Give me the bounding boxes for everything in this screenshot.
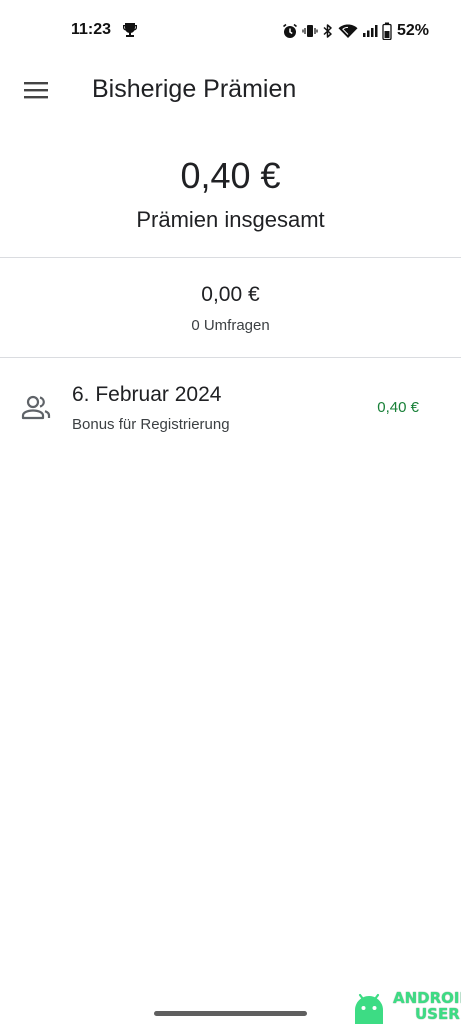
reward-date: 6. Februar 2024 (72, 383, 222, 406)
status-time: 11:23 (71, 21, 112, 38)
battery-percentage: 52% (396, 22, 429, 39)
watermark-text-user: USER (415, 1005, 460, 1023)
app-bar: Bisherige Prämien (0, 62, 461, 118)
wifi-icon (338, 24, 358, 38)
navigation-handle[interactable] (154, 1011, 307, 1016)
reward-amount: 0,40 € (377, 399, 419, 416)
survey-count: 0 Umfragen (191, 317, 270, 334)
trophy-icon (123, 23, 137, 37)
menu-icon (24, 82, 48, 99)
status-icons: 52% (282, 20, 429, 42)
battery-icon (382, 22, 392, 40)
menu-button[interactable] (16, 72, 56, 108)
rewards-summary: 0,40 € Prämien insgesamt (0, 140, 461, 257)
alarm-icon (282, 23, 297, 38)
survey-amount: 0,00 € (201, 283, 260, 306)
signal-icon (362, 25, 378, 37)
watermark-logo: ANDROID USER (351, 988, 461, 1024)
android-robot-icon (355, 993, 383, 1024)
screen: 11:23 52% Bisherige Prämien 0,40 € Prämi… (0, 0, 461, 1024)
total-label: Prämien insgesamt (136, 207, 325, 232)
bluetooth-icon (323, 24, 332, 38)
vibrate-icon (302, 25, 318, 37)
reward-description: Bonus für Registrierung (72, 416, 230, 433)
total-amount: 0,40 € (180, 155, 281, 196)
page-title: Bisherige Prämien (92, 75, 297, 103)
people-icon (21, 395, 51, 420)
status-bar: 11:23 52% (0, 0, 461, 62)
list-item[interactable]: 6. Februar 2024 Bonus für Registrierung … (0, 360, 461, 456)
survey-summary: 0,00 € 0 Umfragen (0, 258, 461, 357)
divider (0, 357, 461, 358)
